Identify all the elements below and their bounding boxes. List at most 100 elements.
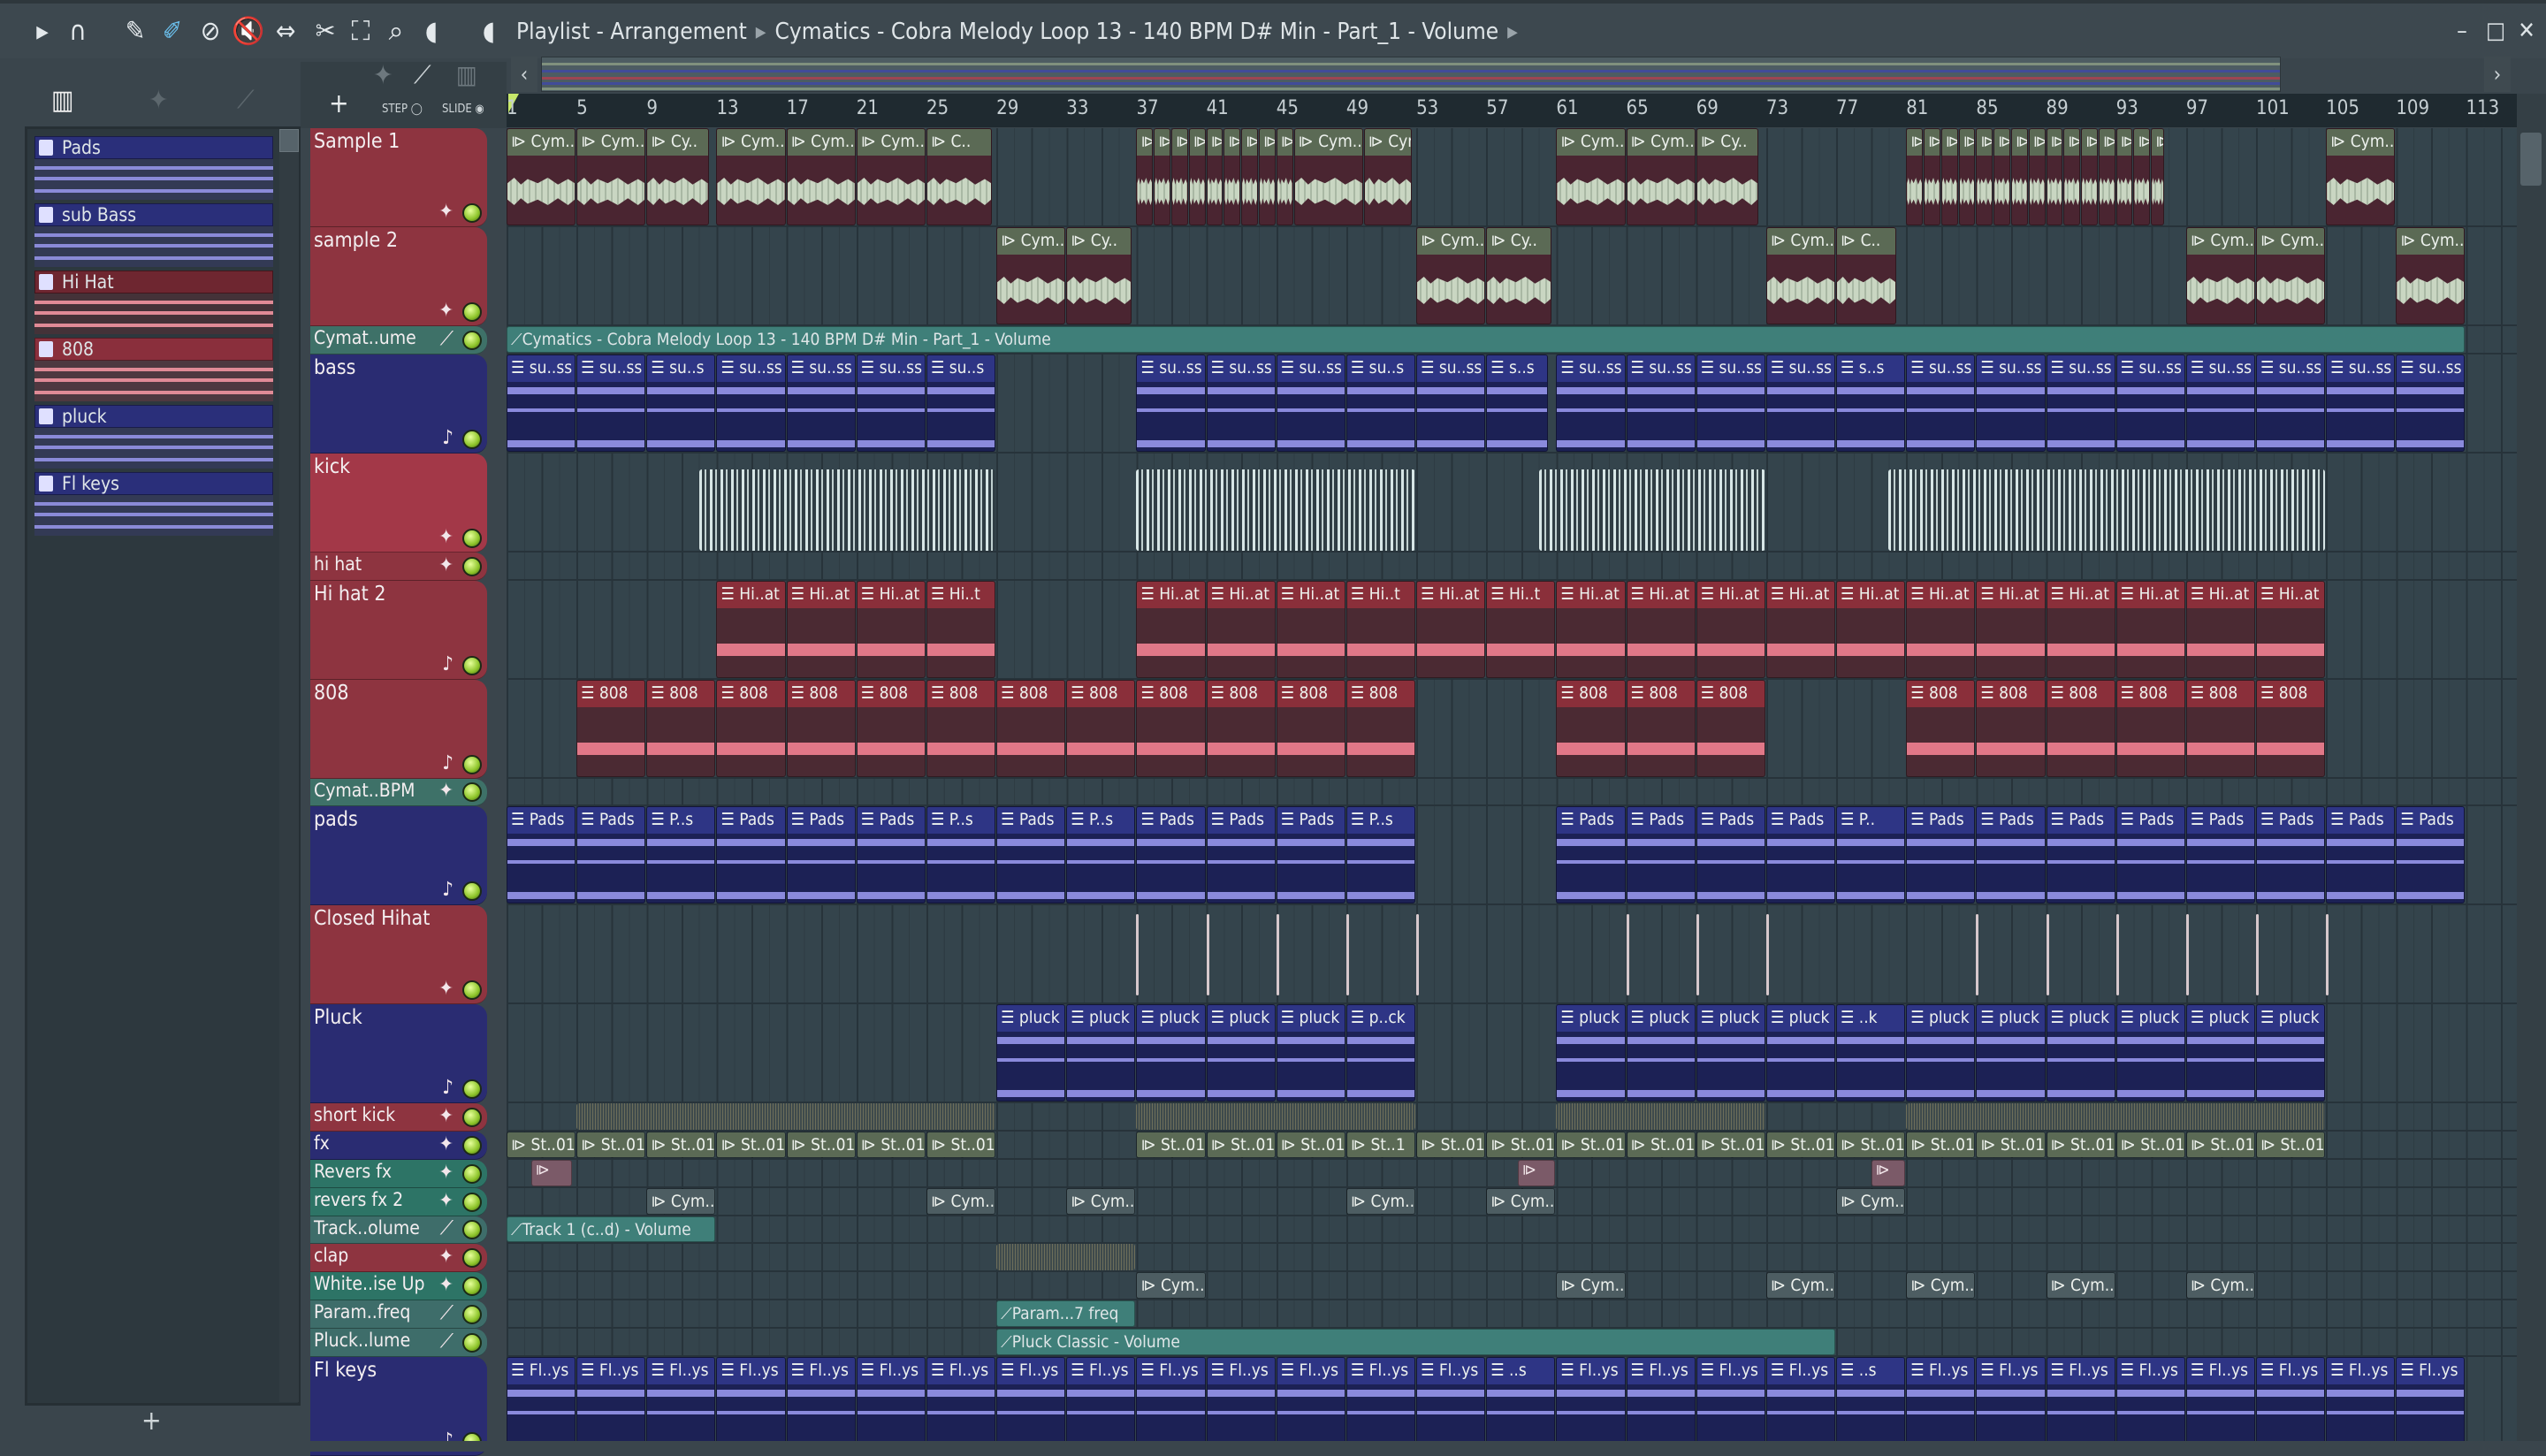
clip[interactable]: ☰ su..ss [2396,354,2466,452]
clip[interactable]: ☰ Hi..at [716,580,786,678]
vertical-scrollbar[interactable] [2517,94,2546,1442]
add-pattern-button[interactable]: + [141,1406,162,1437]
clip[interactable]: ⧐ St..01 [716,1132,786,1158]
track-mute-led[interactable] [462,980,482,1001]
clip[interactable] [576,1103,996,1131]
clip[interactable]: ☰ Pads [1765,806,1836,904]
clip[interactable]: ⧐ [2151,128,2165,225]
track-lane-cymat-bpm[interactable] [507,778,2517,807]
clip[interactable]: ☰ Pads [576,806,646,904]
clip[interactable]: ⧐ St..01 [1626,1132,1696,1158]
clip[interactable]: ☰ Pads [1556,806,1626,904]
clip[interactable]: ☰ 808 [2185,679,2255,777]
clip[interactable] [1206,914,1209,996]
clip[interactable]: ⟋Track 1 (c..d) - Volume [507,1216,716,1243]
clip[interactable]: ☰ Fl..ys [1556,1356,1626,1441]
track-header-cymat-ume[interactable]: Cymat..ume ⟋ [310,326,487,354]
track-lane-sample-1[interactable]: ⧐ Cym.. ⧐ Cym.. ⧐ Cy.. ⧐ Cym.. ⧐ Cym.. ⧐ Cym.… [507,128,2517,227]
breadcrumb-target[interactable]: Cymatics - Cobra Melody Loop 13 - 140 BP… [775,19,1499,45]
clip[interactable]: ☰ P..s [1345,806,1416,904]
clip[interactable] [1416,914,1420,996]
clip[interactable]: ⧐ Cym.. [2326,128,2396,225]
clip[interactable] [2046,914,2049,996]
track-lane-cymat-ume[interactable]: ⟋Cymatics - Cobra Melody Loop 13 - 140 B… [507,326,2517,354]
timeline-ruler[interactable]: 1 5 9 13 17 21 25 29 33 37 41 45 49 53 57 61 65 69 73 77 81 8… [507,94,2517,127]
clip[interactable]: ⧐ Cym.. [2256,227,2326,324]
track-header-bass[interactable]: bass ♪ [310,354,487,454]
clip[interactable]: ⧐ C.. [1836,227,1897,324]
clip[interactable] [1345,914,1349,996]
track-mute-led[interactable] [462,1192,482,1212]
clip[interactable]: ☰ Hi..at [1976,580,2046,678]
picker-scroll-thumb[interactable] [279,129,299,152]
clip[interactable]: ☰ pluck [1626,1004,1696,1102]
clip[interactable]: ☰ su..ss [507,354,576,452]
clip[interactable]: ☰ su..ss [1276,354,1345,452]
magnet-icon[interactable]: ∩ [62,16,94,48]
clip[interactable]: ☰ su..ss [2256,354,2326,452]
clip[interactable]: ☰ su..ss [1416,354,1486,452]
track-mute-led[interactable] [462,1079,482,1100]
track-header-revers-fx-2[interactable]: revers fx 2 ✦ [310,1187,487,1216]
track-header-hi-hat-2[interactable]: Hi hat 2 ♪ [310,580,487,680]
track-lane-short-kick[interactable] [507,1103,2517,1132]
track-mute-led[interactable] [462,528,482,548]
clip[interactable]: ☰ Hi..at [1416,580,1486,678]
clip[interactable]: ⧐ St..01 [2115,1132,2185,1158]
clip[interactable]: ☰ Fl..ys [1276,1356,1345,1441]
clip[interactable]: ☰ Fl..ys [1136,1356,1206,1441]
clip[interactable]: ⟋Cymatics - Cobra Melody Loop 13 - 140 B… [507,326,2466,353]
clip[interactable]: ⧐ Cym.. [2185,1272,2255,1299]
clip[interactable]: ☰ Pads [996,806,1066,904]
clip[interactable]: ⧐ [2028,128,2046,225]
clip[interactable]: ⧐ Cym.. [1556,1272,1626,1299]
clip[interactable]: ⧐ Cym.. [1836,1187,1906,1215]
clip[interactable]: ⧐ [2081,128,2098,225]
clip[interactable]: ⧐ Cym.. [996,227,1066,324]
track-lane-hi-hat[interactable] [507,552,2517,581]
clip[interactable]: ⧐ [2098,128,2115,225]
clip[interactable]: ☰ Fl..ys [1906,1356,1976,1441]
clip[interactable]: ⧐ [1871,1160,1906,1186]
clip[interactable]: ☰ 808 [926,679,996,777]
clip[interactable]: ☰ Hi..t [926,580,996,678]
clip[interactable]: ☰ Pads [1206,806,1276,904]
clip[interactable]: ⧐ St..01 [1556,1132,1626,1158]
track-mute-led[interactable] [462,1220,482,1240]
clip[interactable]: ☰ Hi..at [1836,580,1906,678]
clip[interactable]: ⧐ [2046,128,2063,225]
clip[interactable]: ⧐ [1906,128,1923,225]
clip[interactable]: ☰ Hi..at [1765,580,1836,678]
clip[interactable] [1538,469,1765,551]
track-header-pluck[interactable]: Pluck ♪ [310,1004,487,1104]
track-header-revers-fx[interactable]: Revers fx ✦ [310,1160,487,1188]
clip[interactable]: ⧐ St..01 [926,1132,996,1158]
clip[interactable]: ☰ su..ss [1206,354,1276,452]
clip[interactable]: ☰ Pads [2256,806,2326,904]
clip[interactable]: ☰ pluck [1556,1004,1626,1102]
clip[interactable]: ⧐ [1276,128,1293,225]
clip[interactable]: ⧐ [530,1160,573,1186]
clip[interactable] [1136,914,1140,996]
track-header-sample-1[interactable]: Sample 1 ✦ [310,128,487,227]
clip[interactable]: ☰ su..ss [1765,354,1836,452]
clip[interactable]: ⧐ [1976,128,1993,225]
paint-brush-icon[interactable]: ✐ [156,16,188,48]
clip[interactable]: ☰ P.. [1836,806,1906,904]
clip[interactable]: ☰ Fl..ys [1345,1356,1416,1441]
picker-item-hi-hat[interactable]: Hi Hat [34,271,273,336]
clip[interactable]: ☰ Fl..ys [1066,1356,1136,1441]
track-lane-clap[interactable] [507,1244,2517,1273]
track-mute-led[interactable] [462,1332,482,1353]
track-header-track-olume[interactable]: Track..olume ⟋ [310,1216,487,1245]
clip[interactable] [698,469,996,551]
automation-icon[interactable]: ⟋ [237,85,255,115]
clip[interactable]: ☰ pluck [1136,1004,1206,1102]
clip[interactable]: ☰ 808 [646,679,716,777]
clip[interactable] [1626,914,1629,996]
audio-wave-icon[interactable]: ✦ [373,60,393,91]
track-mute-led[interactable] [462,1135,482,1155]
clip[interactable]: ☰ 808 [2046,679,2115,777]
overview-scroll-left[interactable]: ‹ [511,57,537,92]
clip[interactable]: ☰ Hi..t [1345,580,1416,678]
